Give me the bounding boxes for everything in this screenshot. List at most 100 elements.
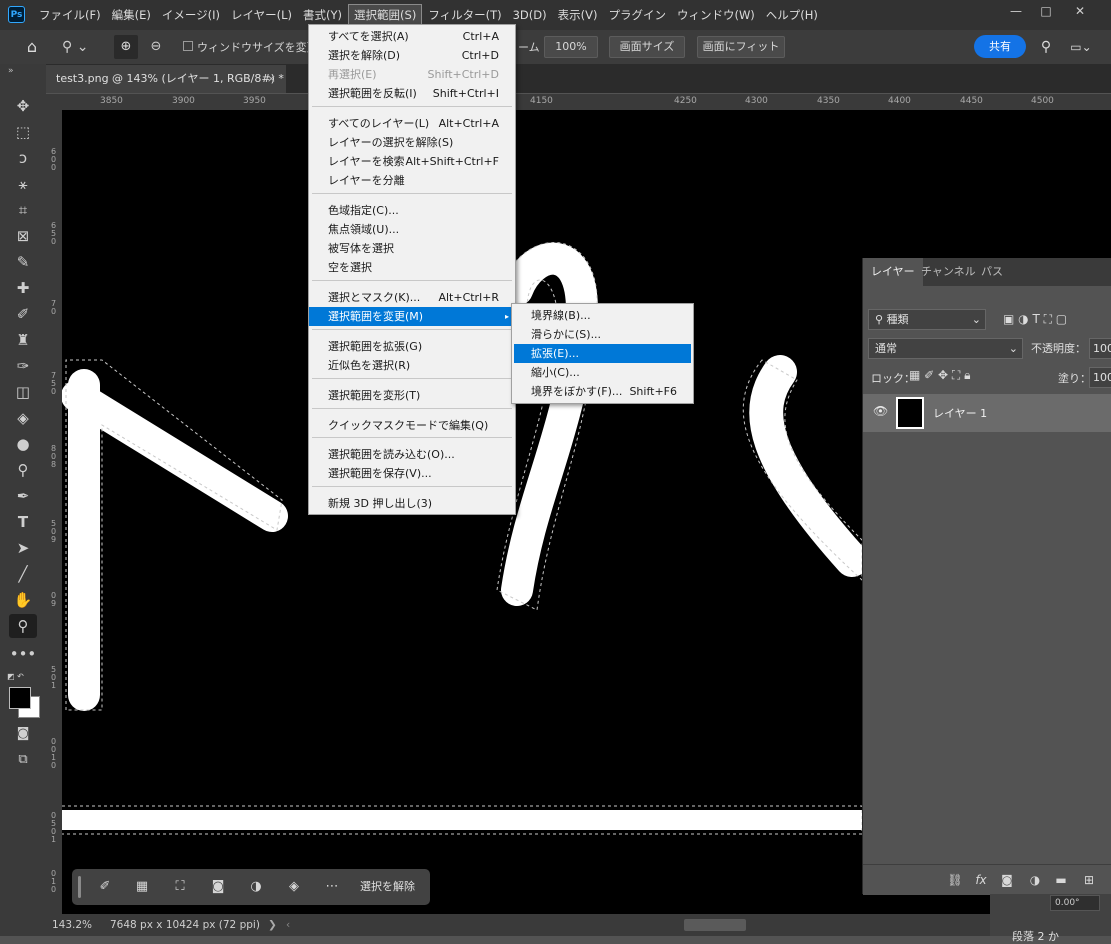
workspace-icon[interactable]: ▭⌄	[1066, 36, 1096, 58]
menu-item-select-all[interactable]: すべてを選択(A) Ctrl+A	[309, 27, 515, 46]
fx-icon[interactable]: fx	[969, 865, 993, 895]
stamp-icon[interactable]: ♜	[9, 328, 37, 352]
folder-icon[interactable]: ▬	[1049, 865, 1073, 895]
marquee-icon[interactable]: ⬚	[9, 120, 37, 144]
history-brush-icon[interactable]: ✑	[9, 354, 37, 378]
menu-item-focus-area[interactable]: 焦点領域(U)...	[309, 220, 515, 239]
mask-icon[interactable]: ◙	[203, 869, 233, 905]
eraser-icon[interactable]: ◫	[9, 380, 37, 404]
fill-screen-button[interactable]: 画面にフィット	[697, 36, 785, 58]
collapse-icon[interactable]: »	[8, 66, 14, 76]
magic-wand-icon[interactable]: ⚹	[9, 172, 37, 196]
scroll-left-icon[interactable]: ‹	[286, 914, 290, 936]
submenu-item-border[interactable]: 境界線(B)...	[512, 306, 693, 325]
layer-filter-select[interactable]: ⚲ 種類 ⌄	[868, 309, 986, 330]
submenu-item-smooth[interactable]: 滑らかに(S)...	[512, 325, 693, 344]
menu-item-deselect-layers[interactable]: レイヤーの選択を解除(S)	[309, 133, 515, 152]
menu-item-all-layers[interactable]: すべてのレイヤー(L) Alt+Ctrl+A	[309, 114, 515, 133]
menu-item-select-and-mask[interactable]: 選択とマスク(K)... Alt+Ctrl+R	[309, 288, 515, 307]
tab-paths[interactable]: パス	[973, 258, 1011, 286]
maximize-button[interactable]: □	[1030, 0, 1062, 22]
transform-selection-icon[interactable]: ⛶	[165, 869, 195, 905]
default-colors-icon[interactable]: ◩ ↶	[7, 672, 24, 681]
menu-item-save-selection[interactable]: 選択範囲を保存(V)...	[309, 464, 515, 483]
zoom-out-icon[interactable]: ⊖	[145, 35, 167, 59]
adjustment-icon[interactable]: ◑	[241, 869, 271, 905]
pen-icon[interactable]: ✒	[9, 484, 37, 508]
zoom-readout[interactable]: 143.2%	[52, 914, 92, 936]
menu-file[interactable]: ファイル(F)	[34, 5, 106, 25]
menu-item-transform-selection[interactable]: 選択範囲を変形(T)	[309, 386, 515, 405]
menu-item-select-sky[interactable]: 空を選択	[309, 258, 515, 277]
blur-icon[interactable]: ●	[9, 432, 37, 456]
menu-edit[interactable]: 編集(E)	[107, 5, 156, 25]
crop-icon[interactable]: ⌗	[9, 198, 37, 222]
opacity-input[interactable]: 100	[1089, 338, 1111, 359]
status-arrow-icon[interactable]: ❯	[268, 914, 277, 936]
layer-row[interactable]: 👁︎ レイヤー 1	[863, 394, 1111, 432]
menu-item-new-3d-extrusion[interactable]: 新規 3D 押し出し(3)	[309, 494, 515, 513]
bucket-icon[interactable]: ◈	[9, 406, 37, 430]
deselect-button[interactable]: 選択を解除	[360, 869, 415, 905]
foreground-color-swatch[interactable]	[9, 687, 31, 709]
new-layer-icon[interactable]: ⊞	[1077, 865, 1101, 895]
submenu-item-expand[interactable]: 拡張(E)...	[514, 344, 691, 363]
more-options-icon[interactable]: ⋯	[317, 869, 347, 905]
home-icon[interactable]: ⌂	[20, 36, 44, 58]
zoom-100-button[interactable]: 100%	[544, 36, 598, 58]
frame-icon[interactable]: ⊠	[9, 224, 37, 248]
fill-input[interactable]: 100	[1089, 367, 1111, 388]
menu-item-isolate-layers[interactable]: レイヤーを分離	[309, 171, 515, 190]
menu-3d[interactable]: 3D(D)	[508, 6, 552, 24]
fill-icon[interactable]: ◈	[279, 869, 309, 905]
submenu-item-contract[interactable]: 縮小(C)...	[512, 363, 693, 382]
fit-screen-button[interactable]: 画面サイズ	[609, 36, 685, 58]
zoom-tool-icon[interactable]: ⚲	[9, 614, 37, 638]
path-select-icon[interactable]: ➤	[9, 536, 37, 560]
zoom-icon[interactable]: ⚲ ⌄	[62, 36, 96, 58]
menu-view[interactable]: 表示(V)	[553, 5, 603, 25]
hand-icon[interactable]: ✋	[9, 588, 37, 612]
menu-item-deselect[interactable]: 選択を解除(D) Ctrl+D	[309, 46, 515, 65]
more-icon[interactable]: •••	[9, 642, 37, 666]
menu-window[interactable]: ウィンドウ(W)	[672, 5, 760, 25]
adjustment-icon[interactable]: ◑	[1023, 865, 1047, 895]
screen-mode-icon[interactable]: ⧉	[9, 748, 37, 772]
move-icon[interactable]: ✥	[9, 94, 37, 118]
horizontal-scrollbar[interactable]	[684, 919, 746, 931]
resize-windows-checkbox[interactable]	[183, 41, 193, 51]
dodge-icon[interactable]: ⚲	[9, 458, 37, 482]
layer-name[interactable]: レイヤー 1	[933, 405, 987, 421]
brush-icon[interactable]: ✐	[9, 302, 37, 326]
drag-handle[interactable]	[78, 876, 81, 898]
eye-icon[interactable]: 👁︎	[873, 404, 888, 418]
angle-input[interactable]: 0.00°	[1050, 895, 1100, 911]
menu-item-reselect[interactable]: 再選択(E) Shift+Ctrl+D	[309, 65, 515, 84]
tab-close-icon[interactable]: ×	[267, 65, 276, 93]
mask-icon[interactable]: ◙	[995, 865, 1019, 895]
menu-type[interactable]: 書式(Y)	[298, 5, 347, 25]
zoom-in-icon[interactable]: ⊕	[114, 35, 138, 59]
menu-item-color-range[interactable]: 色域指定(C)...	[309, 201, 515, 220]
menu-item-inverse[interactable]: 選択範囲を反転(I) Shift+Ctrl+I	[309, 84, 515, 103]
close-button[interactable]: ✕	[1064, 0, 1096, 22]
link-icon[interactable]: ⛓	[943, 865, 967, 895]
lock-icons[interactable]: ▦ ✐ ✥ ⛶ 🔒︎	[909, 368, 971, 383]
menu-filter[interactable]: フィルター(T)	[423, 5, 506, 25]
menu-layer[interactable]: レイヤー(L)	[226, 5, 297, 25]
menu-item-find-layers[interactable]: レイヤーを検索 Alt+Shift+Ctrl+F	[309, 152, 515, 171]
eyedropper-icon[interactable]: ✎	[9, 250, 37, 274]
search-icon[interactable]: ⚲	[1036, 36, 1056, 58]
refine-brush-icon[interactable]: ✐	[90, 869, 120, 905]
menu-item-modify[interactable]: 選択範囲を変更(M) ▸	[309, 307, 515, 326]
submenu-item-feather[interactable]: 境界をぼかす(F)... Shift+F6	[512, 382, 693, 401]
menu-image[interactable]: イメージ(I)	[157, 5, 225, 25]
menu-item-select-subject[interactable]: 被写体を選択	[309, 239, 515, 258]
menu-plugins[interactable]: プラグイン	[603, 5, 671, 25]
blend-mode-select[interactable]: 通常 ⌄	[868, 338, 1023, 359]
lasso-icon[interactable]: ↄ	[9, 146, 37, 170]
minimize-button[interactable]: —	[1000, 0, 1032, 22]
menu-item-similar[interactable]: 近似色を選択(R)	[309, 356, 515, 375]
menu-help[interactable]: ヘルプ(H)	[761, 5, 823, 25]
type-icon[interactable]: T	[9, 510, 37, 534]
